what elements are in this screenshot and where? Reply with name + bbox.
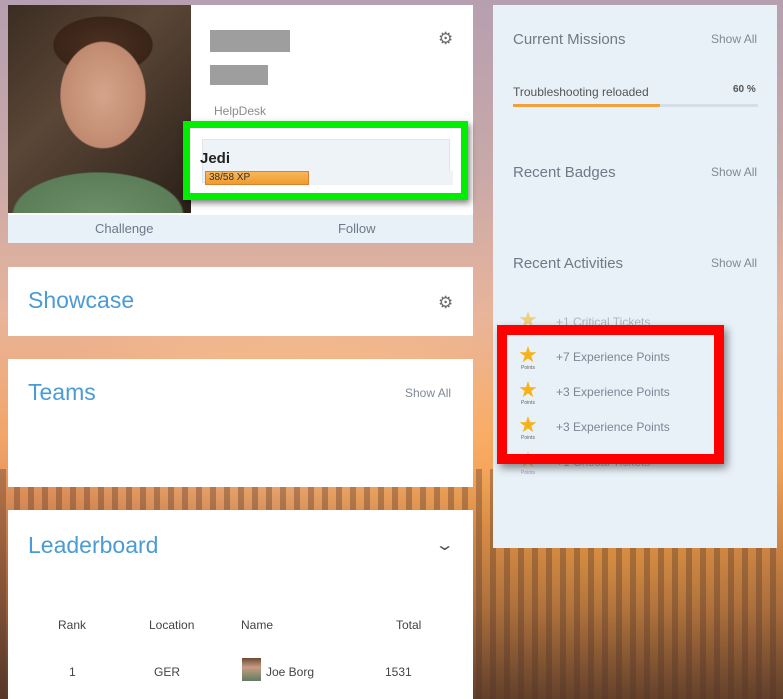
showcase-title: Showcase	[28, 287, 135, 313]
activities-highlight	[497, 325, 724, 464]
leaderboard-title: Leaderboard	[28, 532, 159, 558]
column-header-total[interactable]: Total	[396, 618, 421, 632]
mission-percent: 60 %	[733, 84, 756, 95]
column-header-location[interactable]: Location	[149, 618, 194, 632]
user-department: HelpDesk	[214, 104, 267, 118]
teams-show-all-link[interactable]: Show All	[405, 386, 451, 400]
gear-icon[interactable]: ⚙	[438, 30, 453, 47]
row-rank: 1	[69, 665, 76, 679]
mission-name[interactable]: Troubleshooting reloaded	[513, 85, 649, 99]
recent-activities-title: Recent Activities	[513, 255, 624, 272]
chevron-down-icon[interactable]: ⌄	[435, 535, 455, 555]
badges-show-all-link[interactable]: Show All	[711, 165, 757, 179]
profile-action-bar: Challenge Follow	[8, 215, 473, 243]
challenge-button[interactable]: Challenge	[8, 215, 241, 243]
mission-progress-fill	[513, 104, 660, 107]
xp-text: 38/58 XP	[209, 172, 251, 183]
mission-progress-bar	[513, 104, 758, 107]
xp-progress-bar: 38/58 XP	[205, 171, 453, 185]
row-name[interactable]: Joe Borg	[266, 665, 314, 679]
current-missions-title: Current Missions	[513, 31, 626, 48]
follow-button[interactable]: Follow	[241, 215, 474, 243]
leaderboard-card: Leaderboard ⌄ Rank Location Name Total 1…	[8, 510, 473, 699]
activities-show-all-link[interactable]: Show All	[711, 256, 757, 270]
redacted-user-name	[210, 30, 290, 52]
rank-xp-highlight: Jedi 38/58 XP	[183, 121, 468, 200]
profile-avatar	[8, 5, 191, 213]
rank-title: Jedi	[200, 150, 231, 167]
row-total: 1531	[385, 665, 412, 679]
avatar[interactable]	[242, 658, 261, 681]
row-location: GER	[154, 665, 181, 679]
redacted-user-subtitle	[210, 65, 268, 85]
missions-show-all-link[interactable]: Show All	[711, 32, 757, 46]
showcase-card: Showcase ⚙	[8, 267, 473, 336]
teams-card: Teams Show All	[8, 359, 473, 487]
right-sidebar: Current Missions Show All Troubleshootin…	[493, 5, 777, 548]
gear-icon[interactable]: ⚙	[438, 294, 453, 311]
column-header-rank[interactable]: Rank	[58, 618, 86, 632]
column-header-name[interactable]: Name	[241, 618, 273, 632]
recent-badges-title: Recent Badges	[513, 164, 616, 181]
teams-title: Teams	[28, 379, 96, 405]
